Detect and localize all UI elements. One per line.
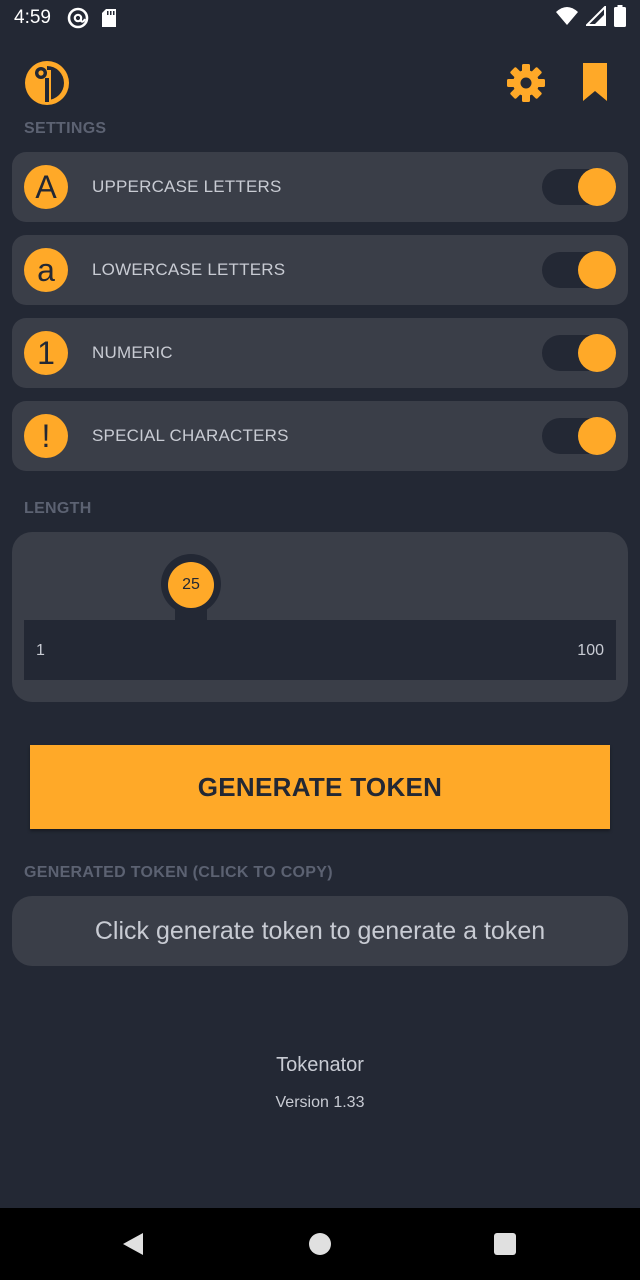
slider-max-label: 100 bbox=[577, 642, 604, 659]
status-time: 4:59 bbox=[14, 7, 51, 28]
length-slider-track[interactable]: 1 100 bbox=[24, 620, 616, 680]
lowercase-toggle[interactable] bbox=[542, 251, 616, 289]
sd-card-icon bbox=[101, 8, 117, 28]
special-characters-toggle[interactable] bbox=[542, 417, 616, 455]
toggle-thumb bbox=[578, 417, 616, 455]
generated-token-label: GENERATED TOKEN (CLICK TO COPY) bbox=[24, 864, 333, 881]
setting-row-special: ! SPECIAL CHARACTERS bbox=[12, 401, 628, 471]
home-icon[interactable] bbox=[309, 1233, 331, 1255]
toggle-thumb bbox=[578, 251, 616, 289]
setting-label-uppercase: UPPERCASE LETTERS bbox=[92, 177, 282, 196]
numeric-icon: 1 bbox=[24, 331, 68, 375]
bookmark-icon[interactable] bbox=[582, 62, 608, 107]
length-slider-thumb[interactable]: 25 bbox=[168, 562, 214, 608]
battery-icon bbox=[614, 4, 626, 32]
numeric-toggle[interactable] bbox=[542, 334, 616, 372]
uppercase-toggle[interactable] bbox=[542, 168, 616, 206]
app-version: Version 1.33 bbox=[275, 1094, 365, 1111]
app-bar bbox=[0, 58, 640, 108]
length-section-label: LENGTH bbox=[24, 500, 92, 517]
at-sign-icon bbox=[67, 7, 89, 29]
app-name: Tokenator bbox=[276, 1054, 364, 1076]
setting-label-lowercase: LOWERCASE LETTERS bbox=[92, 260, 286, 279]
toggle-thumb bbox=[578, 168, 616, 206]
setting-row-numeric: 1 NUMERIC bbox=[12, 318, 628, 388]
length-slider-card: 1 100 25 bbox=[12, 532, 628, 702]
generate-token-button[interactable]: GENERATE TOKEN bbox=[30, 745, 610, 829]
setting-label-numeric: NUMERIC bbox=[92, 343, 173, 362]
special-characters-icon: ! bbox=[24, 414, 68, 458]
uppercase-icon: A bbox=[24, 165, 68, 209]
tokenator-logo-icon bbox=[24, 60, 70, 111]
setting-row-uppercase: A UPPERCASE LETTERS bbox=[12, 152, 628, 222]
lowercase-icon: a bbox=[24, 248, 68, 292]
slider-min-label: 1 bbox=[36, 642, 45, 659]
settings-section-label: SETTINGS bbox=[24, 120, 107, 137]
wifi-icon bbox=[556, 6, 578, 31]
gear-icon[interactable] bbox=[506, 63, 546, 108]
toggle-thumb bbox=[578, 334, 616, 372]
signal-icon bbox=[584, 4, 606, 31]
recents-icon[interactable] bbox=[494, 1233, 516, 1255]
generated-token-box[interactable]: Click generate token to generate a token bbox=[12, 896, 628, 966]
status-bar: 4:59 bbox=[0, 0, 640, 36]
setting-label-special: SPECIAL CHARACTERS bbox=[92, 426, 289, 445]
back-icon[interactable] bbox=[122, 1232, 144, 1261]
setting-row-lowercase: a LOWERCASE LETTERS bbox=[12, 235, 628, 305]
navigation-bar bbox=[0, 1208, 640, 1280]
